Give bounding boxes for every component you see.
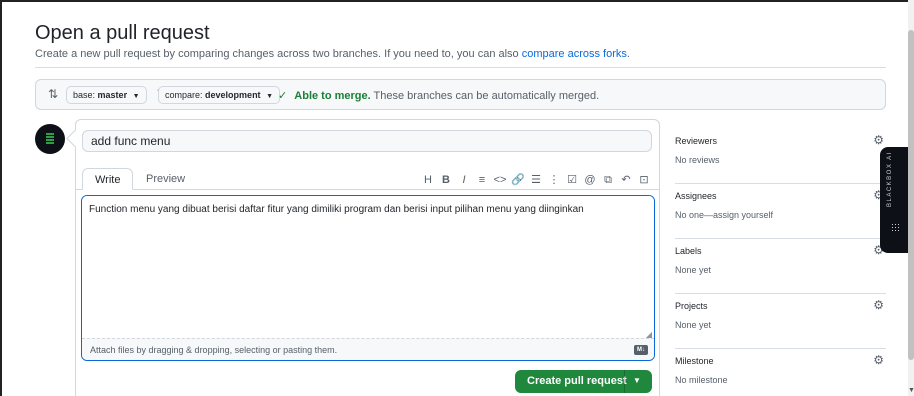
sidebar-item-title: Labels bbox=[675, 246, 702, 256]
caret-down-icon[interactable]: ▼ bbox=[633, 376, 641, 385]
page-scrollbar[interactable]: ▼ bbox=[908, 0, 914, 396]
reply-icon[interactable]: ↶ bbox=[617, 172, 635, 188]
bold-icon[interactable]: B bbox=[437, 172, 455, 188]
base-branch-name: master bbox=[97, 90, 128, 100]
markdown-icon[interactable]: M↓ bbox=[634, 345, 648, 355]
blackbox-ai-extension-tab[interactable]: BLACKBOX AI bbox=[880, 147, 908, 253]
fullscreen-icon[interactable]: ⊡ bbox=[635, 172, 653, 188]
extension-label: BLACKBOX AI bbox=[887, 151, 893, 207]
compare-forks-link[interactable]: compare across forks bbox=[522, 48, 627, 60]
compare-branch-name: development bbox=[205, 90, 261, 100]
page-frame: Open a pull request Create a new pull re… bbox=[0, 0, 908, 396]
create-pull-request-button[interactable]: Create pull request ▼ bbox=[515, 370, 652, 393]
gear-icon[interactable]: ⚙ bbox=[873, 298, 884, 312]
scroll-down-icon[interactable]: ▼ bbox=[908, 387, 914, 394]
sidebar-item-title: Projects bbox=[675, 301, 708, 311]
sidebar-item-projects: Projects None yet ⚙ bbox=[675, 294, 886, 349]
page-subtitle: Create a new pull request by comparing c… bbox=[35, 48, 630, 60]
heading-icon[interactable]: H bbox=[419, 172, 437, 188]
pr-body-textarea[interactable]: Function menu yang dibuat berisi daftar … bbox=[82, 196, 654, 337]
unordered-list-icon[interactable]: ☰ bbox=[527, 172, 545, 188]
merge-status-label: Able to merge. bbox=[294, 90, 371, 102]
tab-preview[interactable]: Preview bbox=[134, 168, 197, 190]
blackbox-logo-icon bbox=[891, 223, 899, 231]
sidebar-item-value: None yet bbox=[675, 320, 712, 330]
pr-title-input[interactable] bbox=[82, 130, 652, 152]
merge-status-detail: These branches can be automatically merg… bbox=[373, 90, 600, 102]
editor-tabbar: Write Preview H B I ≡ <> 🔗 ☰ ⋮ ☑ @ ⧉ ↶ ⊡ bbox=[76, 160, 659, 190]
tab-write[interactable]: Write bbox=[82, 168, 134, 190]
merge-status: ✓ Able to merge. These branches can be a… bbox=[278, 89, 599, 102]
pr-body-editor: Function menu yang dibuat berisi daftar … bbox=[81, 195, 655, 361]
gear-icon[interactable]: ⚙ bbox=[873, 133, 884, 147]
scrollbar-thumb[interactable] bbox=[908, 30, 914, 360]
compare-label: compare: bbox=[165, 90, 203, 100]
compare-branch-select[interactable]: compare: development ▼ bbox=[158, 86, 281, 104]
divider bbox=[35, 67, 886, 68]
avatar[interactable] bbox=[35, 124, 65, 154]
compare-bar: ⇅ base: master ▼ ←… compare: development… bbox=[35, 79, 886, 110]
sidebar-item-value: None yet bbox=[675, 265, 712, 275]
quote-icon[interactable]: ≡ bbox=[473, 172, 491, 188]
attach-files-bar[interactable]: Attach files by dragging & dropping, sel… bbox=[82, 338, 654, 360]
italic-icon[interactable]: I bbox=[455, 172, 473, 188]
base-branch-select[interactable]: base: master ▼ bbox=[66, 86, 147, 104]
page-title: Open a pull request bbox=[35, 22, 210, 44]
check-icon: ✓ bbox=[278, 90, 288, 102]
button-separator bbox=[624, 370, 625, 393]
caret-down-icon: ▼ bbox=[266, 93, 274, 100]
sidebar-item-assignees: Assignees No one—assign yourself ⚙ bbox=[675, 184, 886, 239]
caret-down-icon: ▼ bbox=[132, 93, 140, 100]
cross-reference-icon[interactable]: ⧉ bbox=[599, 172, 617, 188]
pr-sidebar: Reviewers No reviews ⚙ Assignees No one—… bbox=[675, 129, 886, 396]
link-icon[interactable]: 🔗 bbox=[509, 172, 527, 188]
sidebar-item-title: Assignees bbox=[675, 191, 717, 201]
sidebar-item-title: Reviewers bbox=[675, 136, 718, 146]
sidebar-item-reviewers: Reviewers No reviews ⚙ bbox=[675, 129, 886, 184]
pr-composer: Write Preview H B I ≡ <> 🔗 ☰ ⋮ ☑ @ ⧉ ↶ ⊡… bbox=[75, 119, 660, 396]
create-button-label: Create pull request bbox=[527, 375, 627, 387]
mention-icon[interactable]: @ bbox=[581, 172, 599, 188]
ordered-list-icon[interactable]: ⋮ bbox=[545, 172, 563, 188]
subtitle-suffix: . bbox=[626, 48, 630, 60]
attach-hint: Attach files by dragging & dropping, sel… bbox=[90, 345, 338, 355]
sidebar-item-value[interactable]: No one—assign yourself bbox=[675, 210, 773, 220]
base-label: base: bbox=[73, 90, 96, 100]
sidebar-item-value: No reviews bbox=[675, 155, 720, 165]
gear-icon[interactable]: ⚙ bbox=[873, 353, 884, 367]
subtitle-text: Create a new pull request by comparing c… bbox=[35, 48, 522, 60]
markdown-toolbar: H B I ≡ <> 🔗 ☰ ⋮ ☑ @ ⧉ ↶ ⊡ bbox=[419, 172, 653, 188]
sidebar-item-milestone: Milestone No milestone ⚙ bbox=[675, 349, 886, 396]
task-list-icon[interactable]: ☑ bbox=[563, 172, 581, 188]
avatar-pattern bbox=[46, 133, 54, 145]
sidebar-item-value: No milestone bbox=[675, 375, 728, 385]
git-compare-icon: ⇅ bbox=[48, 87, 59, 101]
sidebar-item-title: Milestone bbox=[675, 356, 714, 366]
sidebar-item-labels: Labels None yet ⚙ bbox=[675, 239, 886, 294]
code-icon[interactable]: <> bbox=[491, 172, 509, 188]
